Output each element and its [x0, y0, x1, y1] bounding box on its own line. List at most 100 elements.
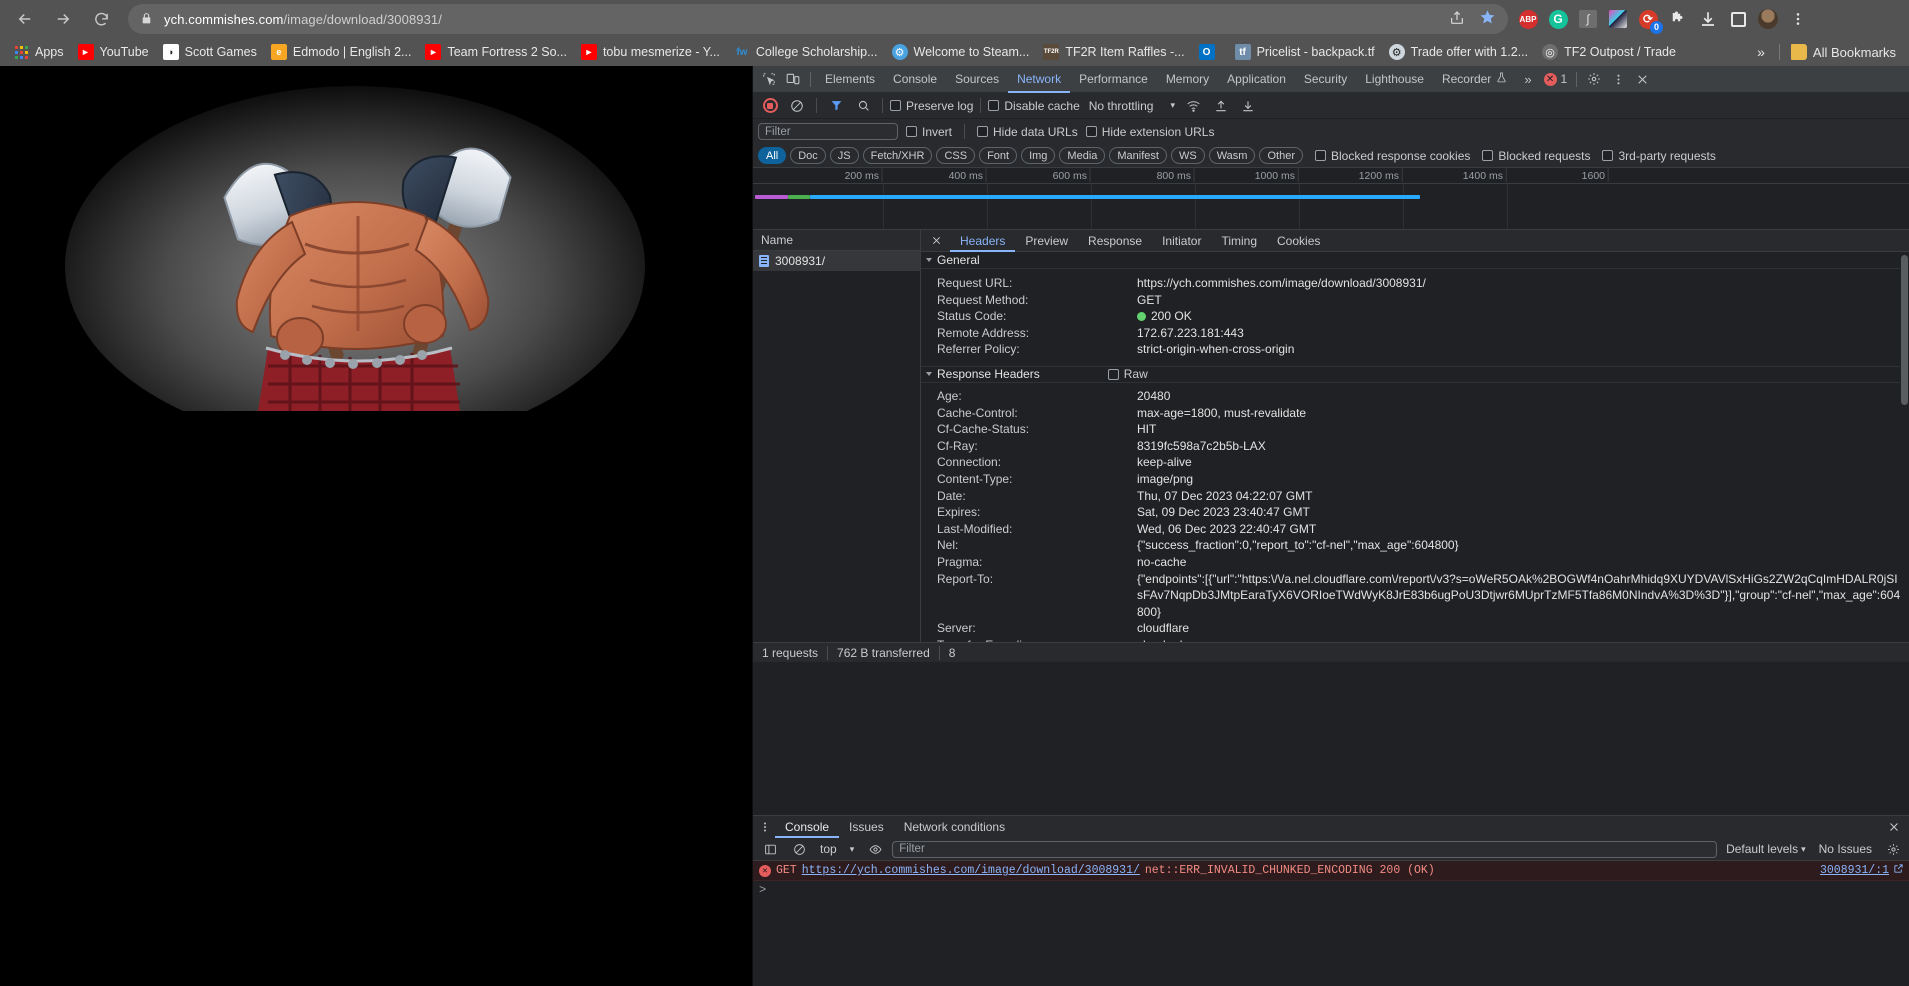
- throttling-dropdown[interactable]: No throttling ▾: [1089, 99, 1175, 113]
- type-chip-manifest[interactable]: Manifest: [1109, 147, 1167, 164]
- console-context-selector[interactable]: top ▾: [816, 842, 858, 856]
- bookmark-item-edmodo[interactable]: e Edmodo | English 2...: [264, 41, 419, 63]
- close-icon[interactable]: [1884, 817, 1904, 837]
- live-expression-icon[interactable]: [863, 837, 887, 861]
- console-issues-status[interactable]: No Issues: [1815, 842, 1876, 856]
- drawer-tab-issues[interactable]: Issues: [839, 816, 894, 838]
- type-chip-doc[interactable]: Doc: [790, 147, 826, 164]
- filter-funnel-icon[interactable]: [824, 94, 848, 118]
- search-icon[interactable]: [851, 94, 875, 118]
- bookmark-item-trade-offer[interactable]: ⚙ Trade offer with 1.2...: [1382, 41, 1535, 63]
- type-chip-wasm[interactable]: Wasm: [1208, 147, 1256, 164]
- blocked-response-cookies-checkbox[interactable]: Blocked response cookies: [1314, 149, 1470, 163]
- tab-elements[interactable]: Elements: [816, 66, 884, 93]
- general-section-header[interactable]: General: [921, 252, 1909, 269]
- tab-preview[interactable]: Preview: [1015, 230, 1078, 252]
- tab-network[interactable]: Network: [1008, 66, 1070, 93]
- tab-application[interactable]: Application: [1218, 66, 1295, 93]
- reload-icon[interactable]: [84, 2, 118, 36]
- profile-avatar[interactable]: [1754, 5, 1782, 33]
- colorful-extension-icon[interactable]: [1604, 5, 1632, 33]
- tab-memory[interactable]: Memory: [1157, 66, 1218, 93]
- bookmark-item-college-scholarship[interactable]: fw College Scholarship...: [727, 41, 885, 63]
- bookmark-item-youtube[interactable]: ► YouTube: [71, 41, 156, 63]
- type-chip-ws[interactable]: WS: [1170, 147, 1205, 164]
- tab-timing[interactable]: Timing: [1211, 230, 1267, 252]
- share-icon[interactable]: [1449, 10, 1465, 29]
- honey-extension-icon[interactable]: ⟳ 0: [1634, 5, 1663, 34]
- gear-icon[interactable]: [1881, 837, 1905, 861]
- clear-network-log-icon[interactable]: [785, 94, 809, 118]
- math-extension-icon[interactable]: ∫: [1574, 5, 1602, 33]
- more-tabs-button[interactable]: »: [1516, 66, 1539, 93]
- error-source-link[interactable]: 3008931/:1: [1820, 863, 1904, 878]
- bookmark-item-tobu-mesmerize[interactable]: ► tobu mesmerize - Y...: [574, 41, 727, 63]
- console-error-message[interactable]: ✕ GET https://ych.commishes.com/image/do…: [753, 861, 1909, 881]
- clear-console-icon[interactable]: [787, 837, 811, 861]
- star-icon[interactable]: [1479, 9, 1496, 29]
- invert-checkbox[interactable]: Invert: [906, 125, 952, 139]
- request-list-header[interactable]: Name: [753, 230, 920, 251]
- type-chip-fetch-xhr[interactable]: Fetch/XHR: [862, 147, 933, 164]
- close-icon[interactable]: [923, 230, 950, 252]
- gear-icon[interactable]: [1582, 67, 1606, 91]
- bookmark-item-steam[interactable]: ⚙ Welcome to Steam...: [885, 41, 1037, 63]
- scrollbar-thumb[interactable]: [1901, 255, 1908, 405]
- tab-response[interactable]: Response: [1078, 230, 1152, 252]
- disable-cache-checkbox[interactable]: Disable cache: [988, 99, 1080, 113]
- tab-initiator[interactable]: Initiator: [1152, 230, 1211, 252]
- tab-console[interactable]: Console: [884, 66, 946, 93]
- error-url-link[interactable]: https://ych.commishes.com/image/download…: [802, 864, 1140, 877]
- three-dot-menu-icon[interactable]: [755, 817, 775, 837]
- bookmark-item-team-fortress-2[interactable]: ► Team Fortress 2 So...: [418, 41, 573, 63]
- tab-recorder[interactable]: Recorder: [1433, 66, 1516, 93]
- export-har-icon[interactable]: [1236, 94, 1260, 118]
- type-chip-font[interactable]: Font: [979, 147, 1018, 164]
- console-levels-dropdown[interactable]: Default levels ▾: [1722, 842, 1810, 856]
- type-chip-js[interactable]: JS: [829, 147, 859, 164]
- bookmark-item-scott-games[interactable]: ◑ Scott Games: [156, 41, 264, 63]
- address-bar[interactable]: ych.commishes.com/image/download/3008931…: [128, 4, 1508, 34]
- error-count-badge[interactable]: ✕ 1: [1540, 72, 1572, 86]
- tab-security[interactable]: Security: [1295, 66, 1356, 93]
- tab-sources[interactable]: Sources: [946, 66, 1008, 93]
- bookmark-item-outlook[interactable]: O: [1192, 41, 1228, 63]
- raw-checkbox[interactable]: Raw: [1107, 367, 1148, 381]
- record-button[interactable]: [758, 94, 782, 118]
- hide-extension-urls-checkbox[interactable]: Hide extension URLs: [1085, 125, 1214, 139]
- table-row[interactable]: 3008931/: [753, 251, 920, 271]
- downloads-icon[interactable]: [1694, 5, 1722, 33]
- bookmark-apps[interactable]: Apps: [6, 41, 71, 63]
- type-chip-other[interactable]: Other: [1259, 147, 1303, 164]
- grammarly-extension-icon[interactable]: G: [1544, 5, 1572, 33]
- console-prompt[interactable]: >: [753, 881, 1909, 899]
- forward-arrow-icon[interactable]: [46, 2, 80, 36]
- console-sidebar-icon[interactable]: [758, 837, 782, 861]
- type-chip-img[interactable]: Img: [1021, 147, 1056, 164]
- three-dot-menu-icon[interactable]: [1784, 5, 1812, 33]
- tab-headers[interactable]: Headers: [950, 230, 1015, 252]
- preserve-log-checkbox[interactable]: Preserve log: [890, 99, 973, 113]
- type-chip-css[interactable]: CSS: [936, 147, 976, 164]
- bookmark-item-backpack-tf[interactable]: tf Pricelist - backpack.tf: [1228, 41, 1382, 63]
- tab-cookies[interactable]: Cookies: [1267, 230, 1330, 252]
- tab-performance[interactable]: Performance: [1070, 66, 1157, 93]
- drawer-tab-network-conditions[interactable]: Network conditions: [894, 816, 1015, 838]
- back-arrow-icon[interactable]: [8, 2, 42, 36]
- tab-lighthouse[interactable]: Lighthouse: [1356, 66, 1433, 93]
- response-headers-section-header[interactable]: Response Headers Raw: [921, 365, 1909, 383]
- bookmarks-overflow-button[interactable]: »: [1747, 41, 1775, 63]
- puzzle-extensions-icon[interactable]: [1664, 5, 1692, 33]
- console-filter-input[interactable]: Filter: [892, 840, 1718, 858]
- headers-scrollbar[interactable]: [1900, 252, 1909, 642]
- device-toolbar-icon[interactable]: [781, 67, 805, 91]
- three-dot-menu-icon[interactable]: [1606, 67, 1630, 91]
- import-har-icon[interactable]: [1209, 94, 1233, 118]
- hide-data-urls-checkbox[interactable]: Hide data URLs: [977, 125, 1078, 139]
- sidepanel-icon[interactable]: [1724, 5, 1752, 33]
- type-chip-all[interactable]: All: [758, 147, 787, 164]
- drawer-tab-console[interactable]: Console: [775, 816, 839, 838]
- all-bookmarks-button[interactable]: All Bookmarks: [1784, 41, 1903, 63]
- blocked-requests-checkbox[interactable]: Blocked requests: [1482, 149, 1590, 163]
- inspect-element-icon[interactable]: [757, 67, 781, 91]
